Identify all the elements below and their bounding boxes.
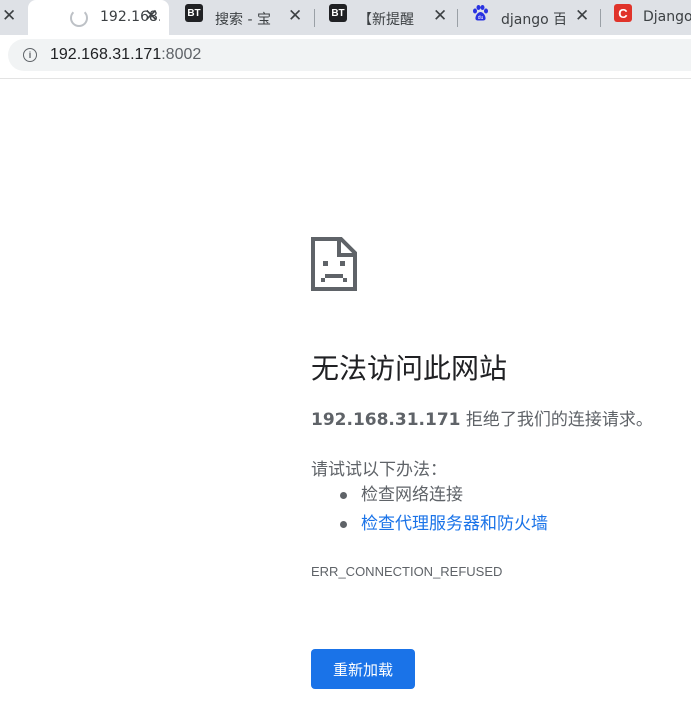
tab-django-csdn[interactable]: C Django [601,0,691,35]
error-message: 192.168.31.171 拒绝了我们的连接请求。 [311,405,653,430]
bt-icon: BT [329,4,347,22]
suggestions-heading: 请试试以下办法： [311,460,447,480]
address-url[interactable]: 192.168.31.171:8002 [50,46,201,64]
bullet-icon [340,492,347,499]
loading-spinner-icon [70,9,88,27]
error-refused-text: 拒绝了我们的连接请求。 [460,410,653,430]
bullet-icon [340,521,347,528]
suggestion-item: 检查代理服务器和防火墙 [311,511,548,540]
tab-title: 【新提醒 [358,12,414,28]
tab-django-baidu[interactable]: du django 百 ✕ [458,0,599,35]
address-bar[interactable]: i 192.168.31.171:8002 [8,39,691,71]
toolbar: i 192.168.31.171:8002 [0,35,691,79]
tab-title: django 百 [501,12,565,28]
close-icon[interactable]: ✕ [433,8,447,25]
suggestion-check-proxy-link[interactable]: 检查代理服务器和防火墙 [361,514,548,534]
tab-strip: ✕ 192.168. ✕ BT 搜索 - 宝 ✕ BT 【新提醒 ✕ du dj… [0,0,691,35]
error-code: ERR_CONNECTION_REFUSED [311,564,503,579]
tab-title: 搜索 - 宝 [215,12,271,28]
csdn-c-icon: C [614,4,632,22]
error-heading: 无法访问此网站 [311,352,508,385]
error-host: 192.168.31.171 [311,410,461,430]
suggestions-list: 检查网络连接 检查代理服务器和防火墙 [311,482,548,540]
baidu-paw-icon: du [473,5,488,21]
svg-text:du: du [478,15,484,21]
close-icon[interactable]: ✕ [575,8,589,25]
info-icon[interactable]: i [23,48,37,62]
tab-title: Django [643,9,691,25]
url-port: :8002 [161,46,202,63]
bt-icon: BT [185,4,203,22]
close-icon[interactable]: ✕ [144,8,158,25]
tab-active[interactable]: 192.168. ✕ [28,0,169,35]
close-icon[interactable]: ✕ [2,8,16,25]
tab-partial[interactable]: ✕ [0,0,20,35]
suggestion-item: 检查网络连接 [311,482,548,511]
tab-bt-reminder[interactable]: BT 【新提醒 ✕ [315,0,456,35]
url-host: 192.168.31.171 [50,46,162,63]
sad-page-icon [311,237,357,291]
suggestion-check-network: 检查网络连接 [361,485,463,505]
close-icon[interactable]: ✕ [288,8,302,25]
reload-button[interactable]: 重新加载 [311,649,415,689]
tab-bt-search[interactable]: BT 搜索 - 宝 ✕ [172,0,312,35]
